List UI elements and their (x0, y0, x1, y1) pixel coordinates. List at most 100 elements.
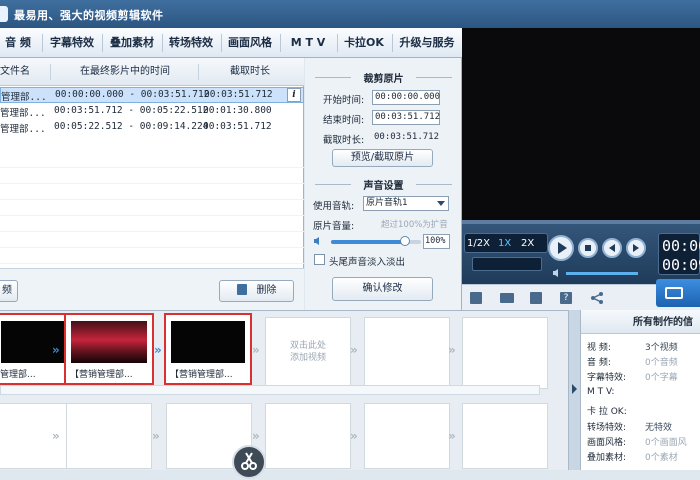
progress-bar[interactable] (462, 220, 700, 224)
play-icon[interactable] (548, 235, 574, 261)
speaker-icon (313, 236, 323, 246)
save-icon[interactable] (530, 292, 542, 304)
output-button[interactable] (656, 279, 700, 307)
tab-overlay-material[interactable]: 叠加素材 (103, 28, 161, 58)
info-header: 所有制作的信 (581, 310, 700, 334)
tab-bar: 音 频 字幕特效 叠加素材 转场特效 画面风格 M T V 卡拉OK 升级与服务 (0, 28, 462, 58)
end-time-input[interactable]: 00:03:51.712 (372, 110, 440, 125)
column-time[interactable]: 在最终影片中的时间 (80, 58, 170, 86)
column-duration[interactable]: 截取时长 (230, 58, 270, 86)
speed-normal[interactable]: 1X (498, 238, 511, 249)
start-time-input[interactable]: 00:00:00.000 (372, 90, 440, 105)
volume-slider-handle[interactable] (399, 236, 410, 246)
next-frame-icon[interactable] (626, 238, 646, 258)
empty-slot[interactable] (364, 403, 450, 469)
audio-header: 声音设置 (311, 177, 456, 192)
table-row[interactable]: 管理部... 00:05:22.512 - 00:09:14.224 00:03… (0, 120, 304, 136)
add-video-button[interactable]: 频 (0, 280, 18, 302)
player-volume-slider[interactable] (566, 272, 638, 275)
storyboard-clip[interactable]: 【营销管理部... (64, 313, 154, 385)
track-label: 使用音轨: (313, 201, 355, 212)
trash-icon (236, 284, 247, 295)
tab-subtitle-effects[interactable]: 字幕特效 (44, 28, 100, 58)
info-row: 叠加素材: 0个素材 (587, 450, 678, 463)
volume-slider[interactable] (331, 236, 421, 246)
preview-trim-button[interactable]: 预览/截取原片 (332, 149, 433, 167)
row-filename: 管理部... (1, 92, 47, 103)
tab-transition-effects[interactable]: 转场特效 (163, 28, 219, 58)
info-label: 叠加素材: (587, 453, 627, 463)
empty-slot[interactable] (462, 403, 548, 469)
preview-toolbar: ? (462, 279, 700, 310)
chevron-right-icon: » (350, 343, 358, 357)
add-hint-line1: 双击此处 (289, 341, 326, 351)
add-video-slot[interactable]: 双击此处 添加视频 (265, 317, 351, 389)
info-value: 0个字幕 (645, 373, 678, 383)
output-arrow-icon (665, 287, 683, 299)
info-row: 字幕特效: 0个字幕 (587, 370, 678, 383)
row-time: 00:03:51.712 - 00:05:22.512 (54, 105, 209, 116)
tab-karaoke[interactable]: 卡拉OK (338, 28, 390, 58)
window-title: 最易用、强大的视频剪辑软件 (14, 9, 164, 22)
column-filename[interactable]: 文件名 (0, 58, 30, 86)
fade-checkbox[interactable] (314, 254, 325, 265)
chevron-right-icon: » (252, 429, 260, 443)
prev-frame-icon[interactable] (602, 238, 622, 258)
file-list-toolbar: 频 删除 (0, 268, 304, 310)
audio-track-select[interactable]: 原片音轨1 (363, 196, 449, 211)
clip-thumbnail (171, 321, 245, 363)
fade-label: 头尾声音淡入淡出 (329, 257, 406, 268)
table-row[interactable]: 管理部... 00:03:51.712 - 00:05:22.512 00:01… (0, 104, 304, 120)
duration-value: 00:03:51.712 (374, 132, 440, 142)
info-row: 转场特效: 无特效 (587, 420, 672, 433)
clip-label: 【营销管理部... (70, 370, 133, 380)
tab-mtv[interactable]: M T V (281, 28, 335, 58)
row-time: 00:00:00.000 - 00:03:51.712 (55, 89, 210, 100)
info-label: 音 频: (587, 358, 611, 368)
info-value: 0个音频 (645, 358, 678, 368)
title-bar: 最易用、强大的视频剪辑软件 (0, 0, 700, 28)
storyboard-clip[interactable]: 【营销管理部... (164, 313, 252, 385)
speed-double[interactable]: 2X (521, 238, 534, 249)
app-logo-icon (0, 6, 8, 22)
storyboard-scrollbar[interactable] (0, 385, 540, 395)
start-time-label: 开始时间: (323, 95, 365, 106)
share-icon[interactable] (590, 291, 604, 305)
info-value: 0个画面风 (645, 438, 687, 448)
empty-slot[interactable] (364, 317, 450, 389)
info-row: 视 频: 3个视频 (587, 340, 678, 353)
row-filename: 管理部... (0, 124, 46, 135)
add-hint-line2: 添加视频 (289, 353, 326, 363)
chevron-right-icon: » (448, 343, 456, 357)
tab-picture-style[interactable]: 画面风格 (222, 28, 278, 58)
volume-value-input[interactable]: 100% (423, 234, 450, 249)
collapse-panel-toggle[interactable] (568, 310, 580, 470)
scissors-icon[interactable] (232, 445, 266, 479)
export-icon[interactable] (470, 292, 482, 304)
table-row[interactable]: 管理部... 00:00:00.000 - 00:03:51.712 00:03… (0, 87, 304, 103)
info-label: 视 频: (587, 343, 611, 353)
info-icon[interactable]: i (287, 88, 301, 102)
empty-slot[interactable] (462, 317, 548, 389)
confirm-button[interactable]: 确认修改 (332, 277, 433, 301)
info-value: 无特效 (645, 423, 673, 433)
delete-button[interactable]: 删除 (219, 280, 294, 302)
speed-half[interactable]: 1/2X (467, 238, 490, 249)
video-preview[interactable] (462, 28, 700, 224)
info-value: 3个视频 (645, 343, 678, 353)
clip-settings-panel: 裁剪原片 开始时间: 00:00:00.000 结束时间: 00:03:51.7… (305, 58, 462, 310)
info-row: M T V: (587, 387, 614, 400)
stop-icon[interactable] (578, 238, 598, 258)
chevron-down-icon (437, 201, 445, 206)
volume-label: 原片音量: (313, 221, 355, 232)
folder-icon[interactable] (500, 293, 514, 303)
tab-upgrade-service[interactable]: 升级与服务 (394, 28, 460, 58)
empty-slot[interactable] (265, 403, 351, 469)
empty-slot[interactable] (66, 403, 152, 469)
row-duration: 00:03:51.712 (204, 89, 273, 100)
tab-audio[interactable]: 音 频 (0, 28, 38, 58)
help-icon[interactable]: ? (560, 292, 572, 304)
delete-label: 删除 (256, 285, 277, 296)
frame-step-slider[interactable] (472, 257, 542, 271)
current-time: 00:00 (662, 237, 700, 255)
